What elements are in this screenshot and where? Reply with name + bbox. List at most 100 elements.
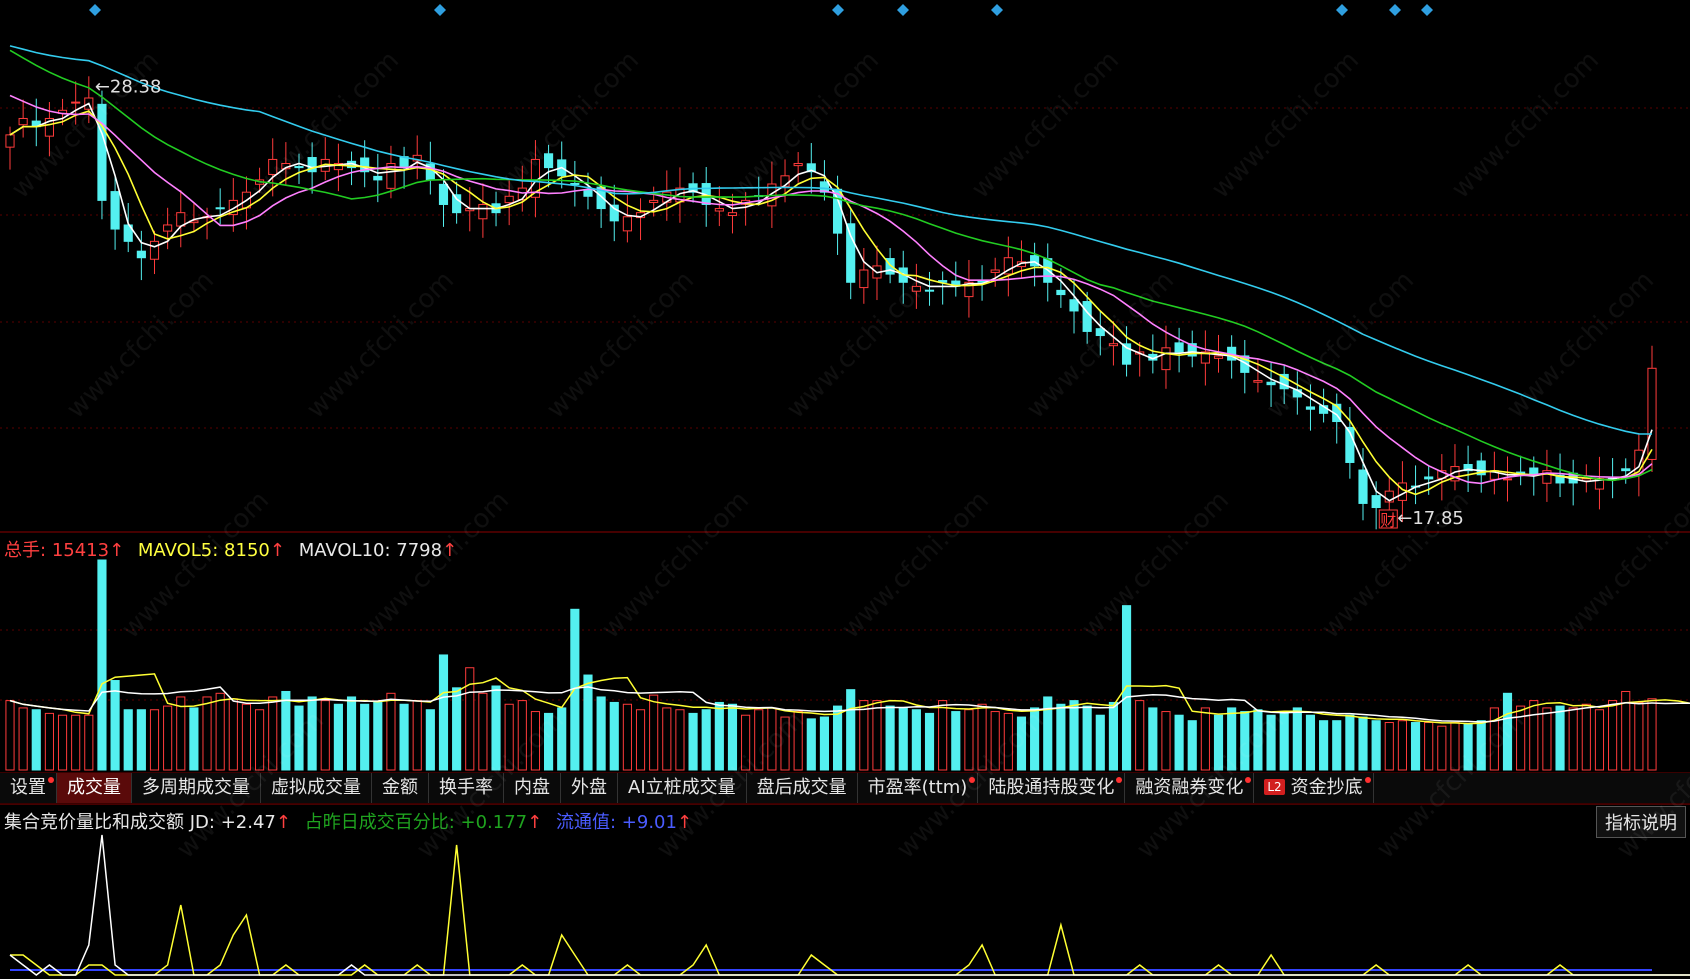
candle-body [1305,406,1316,410]
tab-0[interactable]: 设置 [0,773,57,803]
volume-bar [163,705,173,771]
mavol5-label: MAVOL5: 8150↑ [137,540,285,561]
indicator-pct-label: 占昨日成交百分比: +0.177↑ [304,812,543,833]
tab-label: 融资融券变化 [1135,777,1244,798]
candle-body [924,289,935,292]
volume-bar [1634,701,1644,771]
indicator-jd-label: 集合竞价量比和成交额 JD: +2.47↑ [4,812,291,833]
volume-bar [622,703,632,771]
l2-badge: L2 [1264,779,1285,795]
volume-bar [1489,707,1499,771]
volume-bar [425,709,435,771]
volume-legend: 总手: 15413↑ MAVOL5: 8150↑ MAVOL10: 7798↑ [4,536,457,562]
indicator-yellow-line [10,844,1690,976]
volume-bar [938,700,948,771]
volume-bar [1410,722,1421,771]
volume-bar [1384,722,1394,771]
tab-13[interactable]: L2 资金抄底 [1254,773,1374,803]
tab-4[interactable]: 金额 [372,773,429,803]
candle-body [1069,299,1079,312]
volume-bar [1502,692,1513,771]
volume-bar [1148,707,1158,771]
volume-bar [333,703,343,771]
tab-label: 成交量 [67,777,121,798]
volume-bar [701,709,711,771]
volume-bar [1016,716,1027,771]
volume-bar [819,716,830,771]
volume-bar [307,696,317,771]
tab-7[interactable]: 外盘 [561,773,618,803]
tab-label: 金额 [382,777,418,798]
volume-bar [911,709,921,771]
volume-bar [1463,723,1473,771]
volume-bar [255,709,265,771]
candle-body [714,208,724,212]
candle-body [649,199,659,203]
volume-bar [1200,707,1210,771]
tab-11[interactable]: 陆股通持股变化 [978,773,1126,803]
volume-bar [1542,707,1552,771]
tab-9[interactable]: 盘后成交量 [747,773,858,803]
indicator-legend: 集合竞价量比和成交额 JD: +2.47↑ 占昨日成交百分比: +0.177↑ … [4,808,692,834]
candle-body [859,269,869,289]
volume-bar [84,714,94,771]
tab-label: 多周期成交量 [142,777,250,798]
tab-12[interactable]: 融资融券变化 [1125,773,1255,803]
tab-5[interactable]: 换手率 [429,773,504,803]
tab-6[interactable]: 内盘 [504,773,561,803]
volume-bar [268,696,278,771]
volume-bar [1266,714,1276,771]
volume-bar [1450,722,1460,771]
tab-label: 换手率 [439,777,493,798]
tab-label: 外盘 [571,777,607,798]
tab-label: 虚拟成交量 [271,777,361,798]
tab-2[interactable]: 多周期成交量 [132,773,261,803]
candle-body [478,203,488,220]
indicator-explain-button[interactable]: 指标说明 [1596,806,1686,838]
volume-bar [320,700,330,771]
candle-body [544,153,554,169]
volume-bar [412,700,422,771]
volume-bar [5,700,15,771]
ma-yellow-line [9,110,1653,496]
volume-bar [583,674,593,771]
volume-bar [557,707,567,771]
event-diamond-icon [1336,4,1348,16]
tab-3[interactable]: 虚拟成交量 [261,773,372,803]
indicator-white-line [9,834,1690,976]
volume-bar [136,709,146,771]
candle-body [727,212,738,217]
volume-bar [924,712,935,771]
ma-white-line [9,102,1653,502]
candle-body [1621,468,1631,472]
volume-bar [714,701,724,771]
volume-bar [1647,698,1657,771]
candle-body [1056,289,1066,296]
volume-bar [478,692,488,771]
volume-bar [1568,707,1578,771]
candle-body [583,189,593,197]
volume-bar [346,696,357,771]
volume-bar [1174,714,1184,771]
volume-bar [1345,714,1355,771]
volume-bar [1358,716,1368,771]
candle-body [373,175,383,181]
candle-body [1358,469,1368,504]
volume-bar [859,700,869,771]
indicator-float-label: 流通值: +9.01↑ [555,812,693,833]
tab-8[interactable]: AI立桩成交量 [618,773,747,803]
tab-label: 资金抄底 [1290,777,1363,798]
volume-bar [189,707,199,771]
volume-bar [1476,720,1486,771]
volume-bar [281,690,291,771]
tab-10[interactable]: 市盈率(ttm) [858,773,979,803]
candle-body [215,207,225,210]
tab-dot-icon [48,777,54,783]
volume-bar [1240,711,1250,771]
volume-bar [635,709,646,771]
tab-1[interactable]: 成交量 [57,773,132,803]
tab-label: 盘后成交量 [756,777,847,798]
volume-bar [517,700,527,771]
candle-body [1095,328,1105,337]
volume-bar [1108,701,1118,771]
